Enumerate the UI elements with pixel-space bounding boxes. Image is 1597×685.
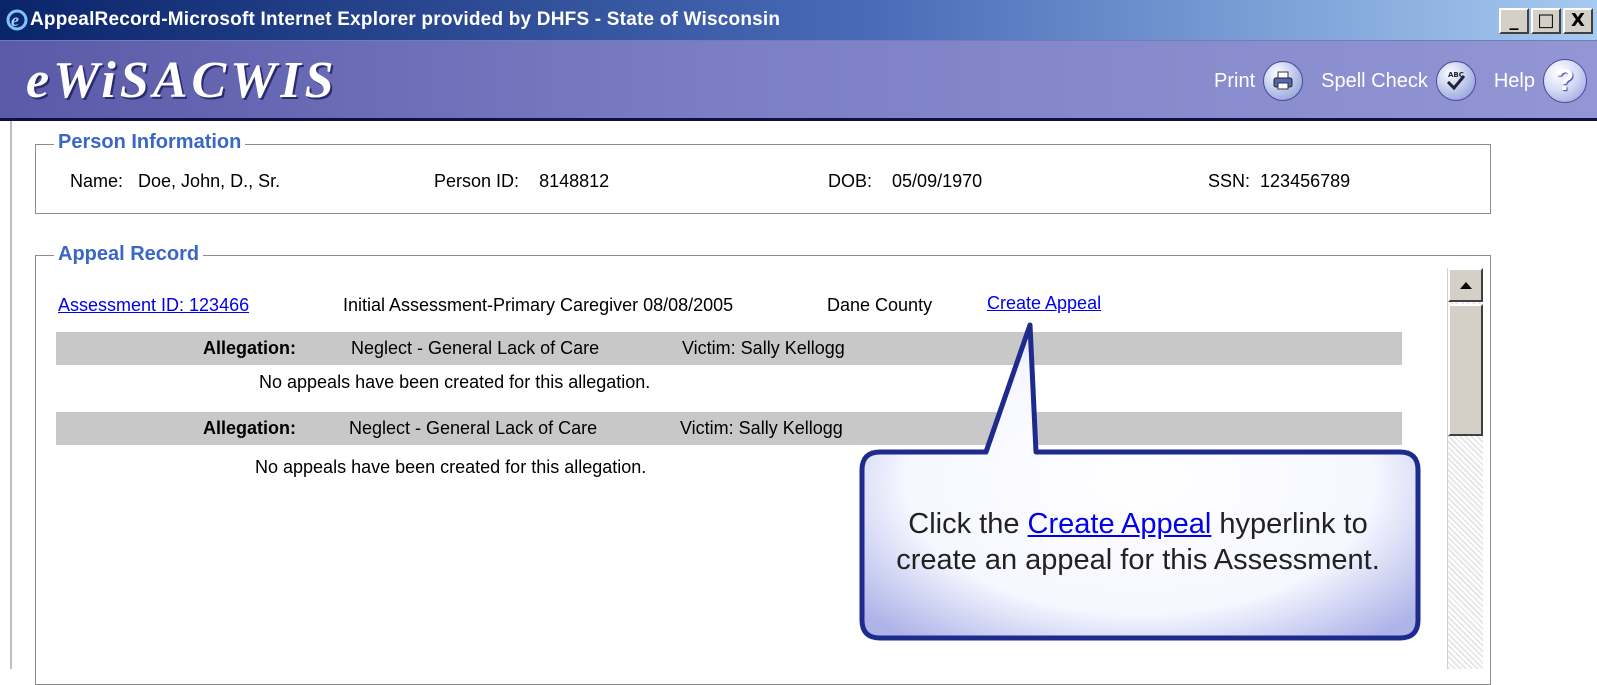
county: Dane County <box>827 295 933 315</box>
app-header: eWiSACWIS Print Spell Check ABC Help ? <box>0 41 1597 121</box>
create-appeal-link[interactable]: Create Appeal <box>987 293 1101 313</box>
maximize-button[interactable]: □ <box>1531 8 1561 34</box>
ewisacwis-logo: eWiSACWIS <box>26 52 338 109</box>
help-button[interactable]: Help ? <box>1494 59 1587 103</box>
name-label: Name: <box>70 171 124 191</box>
ssn-value: 123456789 <box>1260 171 1351 191</box>
spell-check-button[interactable]: Spell Check ABC <box>1321 61 1476 101</box>
appeal-record-section: Appeal Record <box>35 243 1491 685</box>
appeal-record-legend: Appeal Record <box>54 243 204 266</box>
callout-text-line2: create an appeal for this Assessment. <box>896 544 1380 576</box>
callout-text-before: Click the <box>908 508 1028 540</box>
allegation-label: Allegation: <box>203 418 296 438</box>
dob-value: 05/09/1970 <box>892 171 983 191</box>
assessment-description: Initial Assessment-Primary Caregiver 08/… <box>343 295 734 315</box>
scroll-up-button[interactable] <box>1448 268 1483 302</box>
person-id-label: Person ID: <box>434 171 520 191</box>
scroll-thumb[interactable] <box>1448 304 1483 436</box>
person-id-value: 8148812 <box>539 171 610 191</box>
internet-explorer-icon: e <box>6 9 28 31</box>
window-left-border <box>0 121 12 669</box>
allegation-message: No appeals have been created for this al… <box>259 372 651 392</box>
allegation-type: Neglect - General Lack of Care <box>351 338 600 358</box>
callout-message: Click the Create Appeal hyperlink to cre… <box>868 506 1408 578</box>
person-information-section: Person Information Name: Doe, John, D., … <box>35 131 1491 214</box>
print-button[interactable]: Print <box>1214 61 1304 101</box>
svg-text:e: e <box>11 10 19 30</box>
help-label: Help <box>1493 69 1535 92</box>
allegation-type: Neglect - General Lack of Care <box>349 418 598 438</box>
callout-create-appeal-link[interactable]: Create Appeal <box>1028 508 1212 540</box>
ssn-label: SSN: <box>1208 171 1251 191</box>
minimize-button[interactable]: _ <box>1499 8 1529 34</box>
allegation-message: No appeals have been created for this al… <box>255 457 647 477</box>
window-title-bar: e AppealRecord-Microsoft Internet Explor… <box>0 0 1597 41</box>
assessment-id-link[interactable]: Assessment ID: 123466 <box>58 295 249 315</box>
close-button[interactable]: X <box>1563 8 1593 34</box>
name-value: Doe, John, D., Sr. <box>138 171 281 191</box>
printer-icon <box>1263 61 1304 101</box>
vertical-scrollbar[interactable] <box>1447 268 1483 669</box>
allegation-label: Allegation: <box>203 338 296 358</box>
dob-label: DOB: <box>828 171 873 191</box>
spell-check-icon: ABC <box>1435 61 1476 101</box>
spell-check-label: Spell Check <box>1321 69 1428 92</box>
arrow-up-icon <box>1459 282 1472 289</box>
allegation-victim: Victim: Sally Kellogg <box>680 418 843 438</box>
callout-text-after: hyperlink to <box>1211 508 1368 540</box>
allegation-victim: Victim: Sally Kellogg <box>682 338 845 358</box>
help-icon: ? <box>1543 59 1587 103</box>
person-information-legend: Person Information <box>54 131 246 154</box>
window-title: AppealRecord-Microsoft Internet Explorer… <box>30 9 781 30</box>
print-label: Print <box>1214 69 1256 92</box>
